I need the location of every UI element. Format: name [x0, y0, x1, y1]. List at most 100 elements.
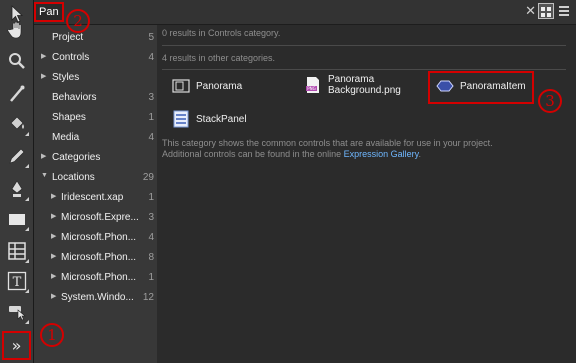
- highlight-box-panorama-item: [428, 71, 534, 104]
- stackpanel-icon: [172, 110, 190, 128]
- result-label: Panorama Background.png: [328, 74, 401, 96]
- double-chevron-right-icon: »: [11, 336, 22, 355]
- description-line-1: This category shows the common controls …: [162, 138, 493, 148]
- expand-arrow-icon[interactable]: ▶: [51, 232, 56, 240]
- pen-icon: [11, 179, 22, 197]
- category-label: Shapes: [52, 112, 86, 123]
- category-label: Locations: [52, 172, 95, 183]
- expand-arrow-icon[interactable]: ▶: [51, 252, 56, 260]
- clear-search-icon[interactable]: ✕: [525, 4, 536, 19]
- category-label: Categories: [52, 152, 101, 163]
- grid-view-icon: [541, 7, 551, 17]
- location-item[interactable]: ▶ Iridescent.xap 1: [34, 188, 157, 208]
- direct-selection-tool-button[interactable]: [3, 298, 30, 325]
- category-item-locations[interactable]: ▼ Locations 29: [34, 168, 157, 188]
- paint-bucket-tool-button[interactable]: [3, 110, 30, 137]
- tools-panel: T »: [0, 0, 34, 363]
- category-results-heading: 0 results in Controls category.: [162, 28, 281, 38]
- result-label-line2: Background.png: [328, 85, 401, 96]
- collapse-arrow-icon[interactable]: ▼: [41, 172, 48, 179]
- category-label: Controls: [52, 52, 90, 63]
- result-item-stackpanel[interactable]: StackPanel: [172, 110, 247, 128]
- result-label-line1: Panorama: [328, 74, 375, 85]
- text-tool-button[interactable]: T: [3, 267, 30, 294]
- category-label: Styles: [52, 72, 80, 83]
- category-item-project[interactable]: Project 5: [34, 28, 157, 48]
- hand-select-icon: [8, 305, 26, 320]
- rectangle-icon: [8, 213, 25, 225]
- location-label: Microsoft.Phon...: [61, 232, 137, 243]
- expand-arrow-icon[interactable]: ▶: [51, 272, 56, 280]
- paint-bucket-icon: [10, 116, 24, 129]
- result-label: Panorama: [196, 80, 243, 92]
- result-item-panorama[interactable]: Panorama: [172, 77, 242, 95]
- zoom-icon: [8, 52, 25, 69]
- category-count: 1: [148, 112, 154, 123]
- location-item[interactable]: ▶ Microsoft.Phon... 4: [34, 228, 157, 248]
- category-item-media[interactable]: Media 4: [34, 128, 157, 148]
- eyedropper-tool-button[interactable]: [3, 80, 30, 107]
- expand-arrow-icon[interactable]: ▶: [41, 72, 46, 80]
- category-count: 4: [148, 52, 154, 63]
- location-count: 1: [148, 272, 154, 283]
- hand-icon: [7, 21, 21, 38]
- expression-gallery-link[interactable]: Expression Gallery: [344, 149, 419, 159]
- description-line-2: Additional controls can be found in the …: [162, 149, 344, 159]
- category-label: Media: [52, 132, 80, 143]
- location-item[interactable]: ▶ System.Windo... 12: [34, 288, 157, 308]
- category-description: This category shows the common controls …: [162, 138, 557, 160]
- zoom-tool-button[interactable]: [3, 47, 30, 74]
- location-label: Iridescent.xap: [61, 192, 124, 203]
- category-label: Project: [52, 32, 84, 43]
- list-view-button[interactable]: [556, 3, 572, 19]
- assets-search-bar: Pan ✕: [34, 0, 576, 25]
- pen-tool-button[interactable]: [3, 175, 30, 202]
- location-count: 8: [148, 252, 154, 263]
- text-icon: T: [7, 271, 26, 290]
- expand-arrow-icon[interactable]: ▶: [41, 52, 46, 60]
- category-count: 29: [142, 172, 154, 183]
- location-label: System.Windo...: [61, 292, 134, 303]
- expand-arrow-icon[interactable]: ▶: [51, 292, 56, 300]
- result-label: StackPanel: [196, 113, 247, 125]
- category-count: 5: [148, 32, 154, 43]
- divider: [162, 69, 566, 70]
- pencil-icon: [9, 148, 24, 163]
- pan-tool-button[interactable]: [3, 16, 30, 43]
- category-item-shapes[interactable]: Shapes 1: [34, 108, 157, 128]
- location-item[interactable]: ▶ Microsoft.Expre... 3: [34, 208, 157, 228]
- png-file-icon: PNG: [304, 76, 322, 94]
- expand-arrow-icon[interactable]: ▶: [41, 152, 46, 160]
- location-label: Microsoft.Expre...: [61, 212, 139, 223]
- annotation-3: 3: [538, 89, 562, 113]
- assets-expand-button[interactable]: »: [2, 331, 31, 360]
- category-item-styles[interactable]: ▶ Styles: [34, 68, 157, 88]
- annotation-1: 1: [40, 323, 64, 347]
- other-results-heading: 4 results in other categories.: [162, 53, 276, 63]
- list-view-icon: [559, 6, 569, 16]
- description-end: .: [418, 149, 422, 159]
- category-item-behaviors[interactable]: Behaviors 3: [34, 88, 157, 108]
- category-item-controls[interactable]: ▶ Controls 4: [34, 48, 157, 68]
- divider: [162, 45, 566, 46]
- location-label: Microsoft.Phon...: [61, 272, 137, 283]
- grid-tool-button[interactable]: [3, 237, 30, 264]
- location-item[interactable]: ▶ Microsoft.Phon... 8: [34, 248, 157, 268]
- category-label: Behaviors: [52, 92, 97, 103]
- expand-arrow-icon[interactable]: ▶: [51, 212, 56, 220]
- search-input[interactable]: Pan: [34, 2, 64, 22]
- location-item[interactable]: ▶ Microsoft.Phon... 1: [34, 268, 157, 288]
- svg-text:PNG: PNG: [307, 86, 316, 91]
- grid-view-button[interactable]: [538, 3, 554, 19]
- location-count: 3: [148, 212, 154, 223]
- svg-text:T: T: [12, 275, 21, 290]
- expand-arrow-icon[interactable]: ▶: [51, 192, 56, 200]
- category-count: 3: [148, 92, 154, 103]
- categories-panel: Project 5 ▶ Controls 4 ▶ Styles Behavior…: [34, 25, 157, 363]
- category-item-categories[interactable]: ▶ Categories: [34, 148, 157, 168]
- rectangle-tool-button[interactable]: [3, 205, 30, 232]
- result-item-panorama-background[interactable]: PNG Panorama Background.png: [304, 74, 401, 96]
- pencil-tool-button[interactable]: [3, 142, 30, 169]
- eyedropper-icon: [9, 85, 24, 102]
- location-count: 12: [142, 292, 154, 303]
